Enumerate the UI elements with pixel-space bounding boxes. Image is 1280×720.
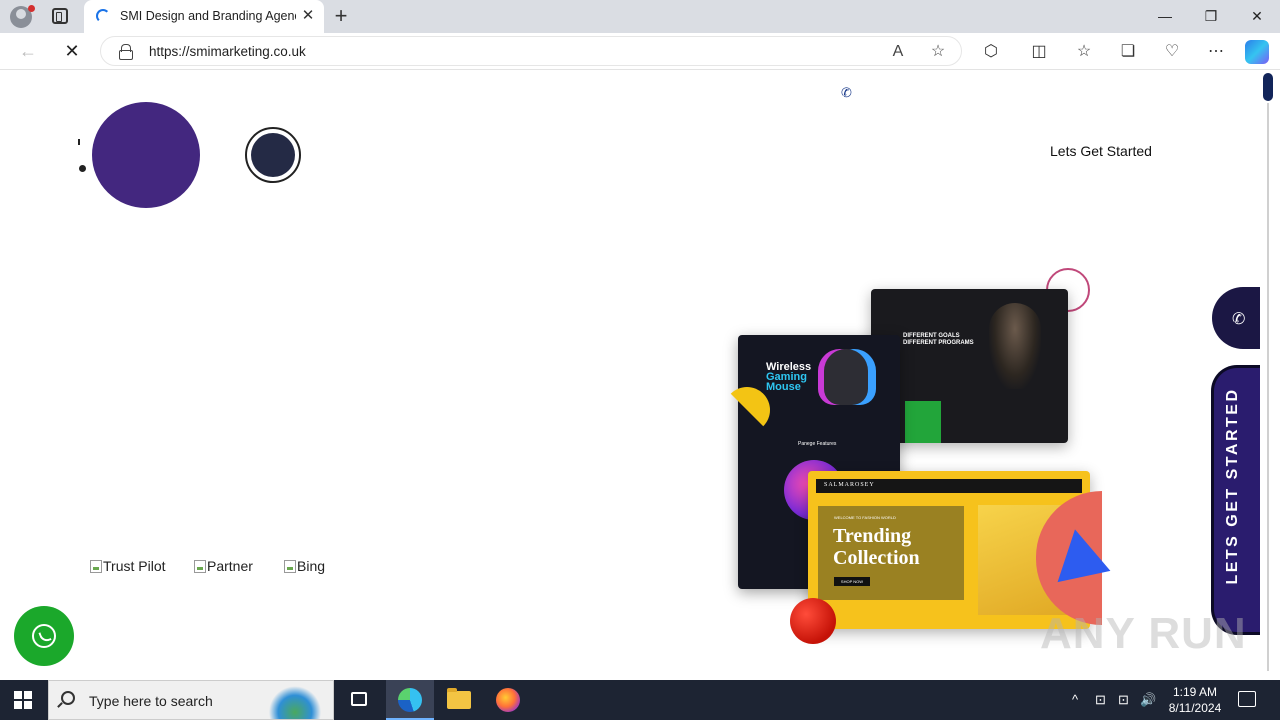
restore-button[interactable]: ❐ bbox=[1196, 4, 1226, 28]
gaming-mouse-image bbox=[824, 349, 868, 405]
taskbar-search[interactable]: Type here to search bbox=[48, 680, 334, 720]
green-block bbox=[905, 401, 941, 443]
broken-image-icon bbox=[194, 560, 206, 573]
tab-title: SMI Design and Branding Agency bbox=[120, 9, 296, 23]
cursor-ring-decor bbox=[245, 127, 301, 183]
fashion-shop-button: SHOP NOW bbox=[834, 577, 870, 586]
extensions-icon[interactable]: ⬡ bbox=[979, 40, 1003, 64]
close-window-button[interactable]: ✕ bbox=[1242, 4, 1272, 28]
back-button[interactable]: ← bbox=[16, 40, 40, 62]
hero-mockup-collage: DIFFERENT GOALS DIFFERENT PROGRAMS Wirel… bbox=[718, 266, 1111, 646]
device-icon[interactable]: ⊡ bbox=[1095, 692, 1106, 708]
lets-get-started-link[interactable]: Lets Get Started bbox=[1050, 143, 1152, 159]
trustpilot-logo: Trust Pilot bbox=[90, 558, 166, 576]
broken-image-icon bbox=[284, 560, 296, 573]
copilot-icon[interactable] bbox=[1245, 40, 1269, 64]
trustpilot-alt: Trust Pilot bbox=[103, 558, 166, 574]
fashion-title-2: Collection bbox=[833, 547, 920, 569]
lock-icon[interactable] bbox=[119, 44, 133, 60]
clock-time: 1:19 AM bbox=[1172, 685, 1218, 699]
url-text[interactable]: https://smimarketing.co.uk bbox=[149, 44, 306, 59]
clock-date: 8/11/2024 bbox=[1168, 701, 1222, 715]
search-highlight-image bbox=[263, 685, 327, 719]
gaming-headline: Wireless Gaming Mouse bbox=[766, 362, 811, 393]
tab-strip: SMI Design and Branding Agency ✕ + — ❐ ✕ bbox=[0, 0, 1280, 33]
athlete-figure bbox=[989, 303, 1041, 389]
fashion-title-1: Trending bbox=[833, 525, 912, 547]
red-ball-decor bbox=[790, 598, 836, 644]
loading-spinner-icon bbox=[96, 9, 110, 23]
browser-essentials-icon[interactable]: ♡ bbox=[1160, 40, 1184, 64]
fashion-headline: Trending Collection bbox=[833, 525, 920, 569]
folder-icon bbox=[447, 688, 471, 709]
lets-get-started-side-button[interactable]: LETS GET STARTED bbox=[1211, 365, 1260, 635]
firefox-taskbar-button[interactable] bbox=[484, 680, 532, 720]
firefox-icon bbox=[496, 688, 520, 712]
purple-circle-decor bbox=[92, 102, 200, 208]
phone-icon: ✆ bbox=[1232, 311, 1246, 328]
fitness-site-mockup: DIFFERENT GOALS DIFFERENT PROGRAMS bbox=[871, 289, 1068, 443]
collections-icon[interactable]: ❏ bbox=[1116, 40, 1140, 64]
decor-dot bbox=[79, 165, 86, 172]
browser-window: SMI Design and Branding Agency ✕ + — ❐ ✕… bbox=[0, 0, 1280, 680]
search-icon bbox=[61, 691, 75, 705]
fashion-kicker: WELCOME TO FASHION WORLD bbox=[834, 515, 896, 520]
partner-logo: Partner bbox=[194, 558, 253, 576]
scrollbar-track[interactable] bbox=[1267, 103, 1269, 671]
whatsapp-icon bbox=[32, 624, 56, 648]
read-aloud-icon[interactable]: A bbox=[887, 41, 909, 63]
fashion-brand: SALMAROSEY bbox=[824, 482, 875, 488]
whatsapp-button[interactable] bbox=[14, 606, 74, 666]
web-page: ✆ Lets Get Started DIFFERENT GOALS DIFFE… bbox=[4, 71, 1260, 676]
page-scrollbar[interactable] bbox=[1260, 71, 1276, 676]
bing-logo: Bing bbox=[284, 558, 325, 576]
search-placeholder: Type here to search bbox=[89, 693, 213, 709]
browser-toolbar: ← ✕ https://smimarketing.co.uk A ☆ ⬡ ◫ ☆… bbox=[0, 33, 1280, 70]
tab-actions-icon[interactable] bbox=[52, 8, 68, 24]
phone-icon[interactable]: ✆ bbox=[841, 85, 855, 101]
favorites-icon[interactable]: ☆ bbox=[1072, 40, 1096, 64]
broken-image-icon bbox=[90, 560, 102, 573]
tab-close-button[interactable]: ✕ bbox=[300, 7, 316, 25]
fitness-headline: DIFFERENT GOALS DIFFERENT PROGRAMS bbox=[903, 333, 974, 346]
settings-menu-icon[interactable]: ⋯ bbox=[1204, 40, 1228, 64]
bing-alt: Bing bbox=[297, 558, 326, 574]
windows-start-icon[interactable] bbox=[14, 691, 32, 709]
profile-notification-dot bbox=[28, 5, 35, 12]
address-bar[interactable]: https://smimarketing.co.uk A ☆ bbox=[100, 36, 962, 66]
notification-center-icon[interactable] bbox=[1238, 691, 1256, 707]
partner-alt: Partner bbox=[207, 558, 253, 574]
gaming-title-3: Mouse bbox=[766, 381, 801, 393]
task-view-button[interactable] bbox=[336, 680, 384, 720]
volume-icon[interactable]: 🔊 bbox=[1140, 692, 1156, 708]
stop-loading-button[interactable]: ✕ bbox=[60, 40, 84, 62]
split-screen-icon[interactable]: ◫ bbox=[1027, 40, 1051, 64]
tray-chevron-icon[interactable]: ^ bbox=[1072, 692, 1078, 707]
decor-tick bbox=[78, 139, 80, 145]
cursor-ring-inner bbox=[251, 133, 295, 177]
scrollbar-thumb[interactable] bbox=[1263, 73, 1273, 101]
call-button[interactable]: ✆ bbox=[1212, 287, 1260, 349]
anyrun-watermark: ANY RUN bbox=[1040, 609, 1247, 658]
system-clock[interactable]: 1:19 AM 8/11/2024 bbox=[1162, 684, 1228, 716]
edge-taskbar-button[interactable] bbox=[386, 680, 434, 720]
network-icon[interactable]: ⊡ bbox=[1118, 692, 1129, 708]
task-view-icon bbox=[351, 692, 367, 706]
new-tab-button[interactable]: + bbox=[330, 4, 352, 28]
tab-active[interactable]: SMI Design and Branding Agency ✕ bbox=[84, 0, 324, 33]
taskbar: Type here to search ^ ⊡ ⊡ 🔊 1:19 AM 8/11… bbox=[0, 680, 1280, 720]
file-explorer-taskbar-button[interactable] bbox=[435, 680, 483, 720]
side-cta-label: LETS GET STARTED bbox=[1224, 387, 1241, 585]
gaming-subtitle: Panege Features bbox=[798, 441, 837, 447]
edge-icon bbox=[398, 688, 422, 712]
minimize-button[interactable]: — bbox=[1150, 4, 1180, 28]
add-favorite-icon[interactable]: ☆ bbox=[927, 41, 949, 63]
